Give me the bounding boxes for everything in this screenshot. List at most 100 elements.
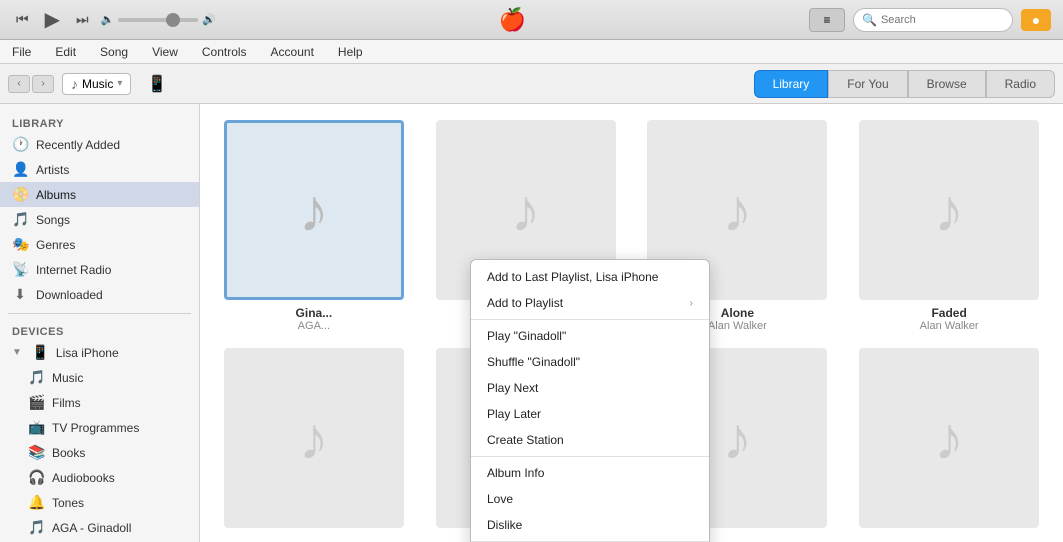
- album-artist: Alan Walker: [920, 320, 979, 332]
- recently-added-icon: 🕐: [12, 136, 28, 153]
- menu-song[interactable]: Song: [96, 43, 132, 61]
- sidebar-item-albums[interactable]: 📀 Albums: [0, 182, 199, 207]
- sidebar-item-label: Artists: [36, 163, 69, 177]
- sidebar-item-label: Films: [52, 396, 81, 410]
- tab-for-you[interactable]: For You: [828, 70, 907, 98]
- breadcrumb-selector[interactable]: ♪ Music ▾: [62, 73, 131, 95]
- downloaded-icon: ⬇: [12, 286, 28, 303]
- sidebar-item-label: Lisa iPhone: [56, 346, 119, 360]
- sidebar-item-tv-programmes[interactable]: 📺 TV Programmes: [0, 415, 199, 440]
- context-menu-play-next[interactable]: Play Next: [471, 375, 709, 401]
- menu-file[interactable]: File: [8, 43, 35, 61]
- music-placeholder-icon: ♪: [299, 176, 329, 245]
- list-view-button[interactable]: ≡: [809, 8, 845, 32]
- tab-library[interactable]: Library: [754, 70, 829, 98]
- album-artist: Alan Walker: [708, 320, 767, 332]
- album-artist: AGA...: [298, 320, 330, 332]
- menubar: File Edit Song View Controls Account Hel…: [0, 40, 1063, 64]
- album-card-r2c4[interactable]: ♪: [851, 348, 1047, 534]
- context-menu-shuffle[interactable]: Shuffle "Ginadoll": [471, 349, 709, 375]
- context-menu-love[interactable]: Love: [471, 486, 709, 512]
- context-menu-create-station[interactable]: Create Station: [471, 427, 709, 453]
- tab-radio[interactable]: Radio: [986, 70, 1055, 98]
- audiobooks-icon: 🎧: [28, 469, 44, 486]
- sidebar-item-label: Books: [52, 446, 85, 460]
- genres-icon: 🎭: [12, 236, 28, 253]
- album-title: Alone: [721, 306, 754, 320]
- sidebar: Library 🕐 Recently Added 👤 Artists 📀 Alb…: [0, 104, 200, 542]
- context-menu-add-to-last-playlist[interactable]: Add to Last Playlist, Lisa iPhone: [471, 264, 709, 290]
- album-title: Faded: [931, 306, 966, 320]
- search-icon: 🔍: [862, 13, 877, 27]
- sidebar-item-label: Songs: [36, 213, 70, 227]
- context-menu-play[interactable]: Play "Ginadoll": [471, 323, 709, 349]
- album-card-r2c1[interactable]: ♪: [216, 348, 412, 534]
- phone-icon: 📱: [147, 74, 167, 94]
- sidebar-item-label: Genres: [36, 238, 75, 252]
- music-placeholder-icon: ♪: [934, 176, 964, 245]
- forward-button[interactable]: ⏭: [72, 7, 93, 32]
- aga-icon: 🎵: [28, 519, 44, 536]
- list-icon: ≡: [823, 13, 830, 27]
- sidebar-item-books[interactable]: 📚 Books: [0, 440, 199, 465]
- album-card-faded[interactable]: ♪ Faded Alan Walker: [851, 120, 1047, 332]
- context-menu: Add to Last Playlist, Lisa iPhone Add to…: [470, 259, 710, 542]
- context-menu-divider-1: [471, 319, 709, 320]
- search-box[interactable]: 🔍: [853, 8, 1013, 32]
- sidebar-item-label: TV Programmes: [52, 421, 139, 435]
- back-button[interactable]: ‹: [8, 75, 30, 93]
- sidebar-item-tones[interactable]: 🔔 Tones: [0, 490, 199, 515]
- rewind-button[interactable]: ⏮: [12, 7, 33, 32]
- music-placeholder-icon: ♪: [722, 176, 752, 245]
- sidebar-item-label: Albums: [36, 188, 76, 202]
- chevron-down-icon: ▾: [117, 78, 122, 89]
- devices-section-header: Devices: [0, 320, 199, 340]
- device-button[interactable]: 📱: [147, 74, 167, 94]
- sidebar-item-recently-added[interactable]: 🕐 Recently Added: [0, 132, 199, 157]
- sidebar-item-aga-ginadoll[interactable]: 🎵 AGA - Ginadoll: [0, 515, 199, 540]
- forward-button[interactable]: ›: [32, 75, 54, 93]
- songs-icon: 🎵: [12, 211, 28, 228]
- sidebar-item-music[interactable]: 🎵 Music: [0, 365, 199, 390]
- music-placeholder-icon: ♪: [722, 404, 752, 473]
- sidebar-item-films[interactable]: 🎬 Films: [0, 390, 199, 415]
- music-note-icon: ♪: [71, 76, 78, 92]
- sidebar-item-songs[interactable]: 🎵 Songs: [0, 207, 199, 232]
- sidebar-item-lisa-iphone[interactable]: ▼ 📱 Lisa iPhone: [0, 340, 199, 365]
- album-title: Gina...: [296, 306, 333, 320]
- account-button[interactable]: ●: [1021, 9, 1051, 31]
- album-art-r2c1: ♪: [224, 348, 404, 528]
- menu-edit[interactable]: Edit: [51, 43, 80, 61]
- sidebar-item-internet-radio[interactable]: 📡 Internet Radio: [0, 257, 199, 282]
- sidebar-item-label: Audiobooks: [52, 471, 115, 485]
- menu-view[interactable]: View: [148, 43, 182, 61]
- sidebar-item-label: Music: [52, 371, 83, 385]
- sidebar-item-genres[interactable]: 🎭 Genres: [0, 232, 199, 257]
- search-input[interactable]: [881, 14, 1023, 26]
- sidebar-item-artists[interactable]: 👤 Artists: [0, 157, 199, 182]
- sidebar-item-downloaded[interactable]: ⬇ Downloaded: [0, 282, 199, 307]
- sidebar-item-audiobooks[interactable]: 🎧 Audiobooks: [0, 465, 199, 490]
- volume-slider[interactable]: 🔈 🔊: [101, 13, 216, 26]
- context-menu-album-info[interactable]: Album Info: [471, 460, 709, 486]
- album-art-ginadoll: ♪: [224, 120, 404, 300]
- menu-help[interactable]: Help: [334, 43, 367, 61]
- album-card-ginadoll[interactable]: ♪ Gina... AGA...: [216, 120, 412, 332]
- sidebar-item-label: Downloaded: [36, 288, 103, 302]
- context-menu-add-to-playlist[interactable]: Add to Playlist ›: [471, 290, 709, 316]
- account-icon: ●: [1032, 12, 1040, 28]
- play-button[interactable]: ▶: [41, 3, 64, 36]
- menu-controls[interactable]: Controls: [198, 43, 251, 61]
- navbar: ‹ › ♪ Music ▾ 📱 Library For You Browse R…: [0, 64, 1063, 104]
- context-menu-play-later[interactable]: Play Later: [471, 401, 709, 427]
- main-layout: Library 🕐 Recently Added 👤 Artists 📀 Alb…: [0, 104, 1063, 542]
- album-art-faded: ♪: [859, 120, 1039, 300]
- menu-account[interactable]: Account: [267, 43, 318, 61]
- music-icon: 🎵: [28, 369, 44, 386]
- album-art-r2c4: ♪: [859, 348, 1039, 528]
- context-menu-dislike[interactable]: Dislike: [471, 512, 709, 538]
- breadcrumb-label: Music: [82, 77, 113, 91]
- nav-tabs: Library For You Browse Radio: [754, 70, 1055, 98]
- tab-browse[interactable]: Browse: [908, 70, 986, 98]
- iphone-icon: 📱: [32, 344, 48, 361]
